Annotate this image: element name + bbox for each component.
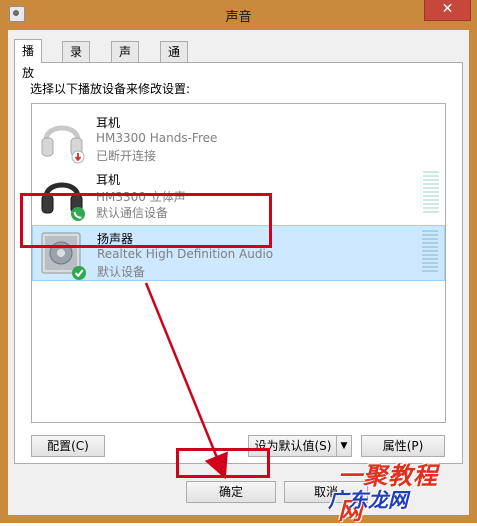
headphones-communication-icon [41,182,85,221]
properties-button[interactable]: 属性(P) [361,435,445,457]
cancel-button[interactable]: 取消 [284,481,368,503]
configure-button[interactable]: 配置(C) [31,435,105,457]
ok-button[interactable]: 确定 [186,481,276,503]
device-status: 默认设备 [97,265,146,279]
tab-sounds[interactable]: 声音 [111,41,140,79]
playback-panel: 选择以下播放设备来修改设置: 耳机 HM3300 Hands-Free 已断开连… [14,62,463,464]
window-title: 声音 [225,10,252,25]
device-item-headphones-stereo[interactable]: 耳机 HM3300 立体声 默认通信设备 [32,167,445,223]
instruction-label: 选择以下播放设备来修改设置: [30,82,191,96]
set-default-label: 设为默认值(S) [254,439,332,453]
device-status: 已断开连接 [96,149,157,163]
tab-communications[interactable]: 通信 [160,41,189,79]
device-description: HM3300 立体声 [96,190,186,204]
device-item-headphones-handsfree[interactable]: 耳机 HM3300 Hands-Free 已断开连接 [32,110,445,166]
title-bar[interactable]: 声音 ✕ [0,0,477,30]
speaker-default-icon [41,232,86,280]
dialog-client-area: 播放 录制 声音 通信 选择以下播放设备来修改设置: 耳机 HM [8,30,469,515]
device-list[interactable]: 耳机 HM3300 Hands-Free 已断开连接 耳机 HM3300 立体声 [31,103,446,423]
device-name: 耳机 [96,173,121,187]
device-status: 默认通信设备 [96,206,169,220]
tab-playback[interactable]: 播放 [14,39,43,80]
chevron-down-icon[interactable]: ▼ [336,436,351,456]
close-button[interactable]: ✕ [424,0,471,21]
device-name: 扬声器 [97,232,134,246]
device-item-speakers[interactable]: 扬声器 Realtek High Definition Audio 默认设备 [32,225,445,281]
sound-dialog: 声音 ✕ 播放 录制 声音 通信 选择以下播放设备来修改设置: [0,0,477,525]
headphones-disconnected-icon [41,125,85,164]
set-default-button[interactable]: 设为默认值(S) ▼ [248,435,352,457]
volume-level-meter [423,171,439,215]
device-name: 耳机 [96,116,121,130]
device-description: Realtek High Definition Audio [97,247,274,261]
volume-level-meter [422,230,438,274]
tab-recording[interactable]: 录制 [62,41,91,79]
device-description: HM3300 Hands-Free [96,131,218,145]
